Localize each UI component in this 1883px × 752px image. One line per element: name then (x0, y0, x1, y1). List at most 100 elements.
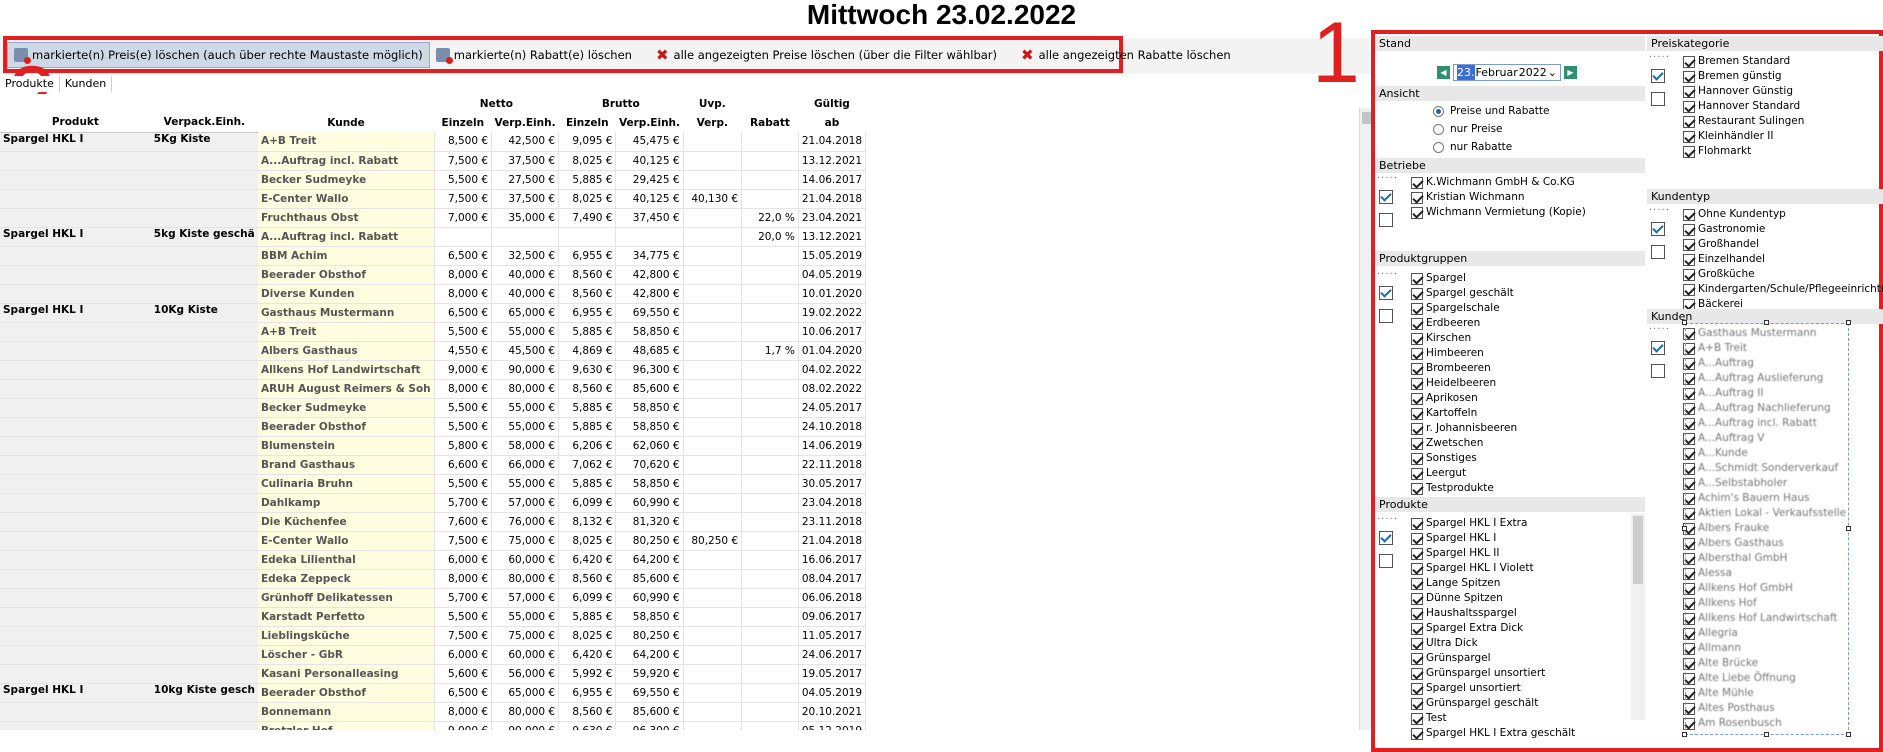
cell-produkt[interactable] (0, 474, 151, 494)
kundentyp-item[interactable]: Ohne Kundentyp (1683, 207, 1786, 222)
delete-all-prices-button[interactable]: ✖ alle angezeigten Preise löschen (über … (650, 42, 1003, 68)
produkt-checkbox[interactable] (1411, 727, 1423, 740)
cell-kunde[interactable]: Blumenstein (257, 436, 435, 456)
cell-kunde[interactable]: Kasani Personalleasing (257, 664, 435, 684)
cell-verpack[interactable] (150, 550, 258, 570)
produkt-checkbox[interactable] (1411, 547, 1423, 560)
cell-rabatt[interactable] (741, 303, 799, 323)
cell-uvp[interactable] (683, 645, 743, 665)
col-brutto-einzeln[interactable]: Einzeln (558, 113, 616, 132)
next-month-button[interactable]: ▶ (1564, 66, 1577, 79)
cell-rabatt[interactable] (741, 322, 799, 342)
produkt-checkbox[interactable] (1411, 652, 1423, 665)
cell-brutto-verp[interactable]: 37,450 € (615, 208, 684, 228)
cell-verpack[interactable] (150, 151, 258, 171)
cell-rabatt[interactable] (741, 512, 799, 532)
select-all-checkbox[interactable] (1651, 341, 1665, 355)
select-all-checkbox[interactable] (1379, 190, 1393, 204)
cell-brutto-verp[interactable]: 69,550 € (615, 683, 684, 703)
cell-netto-einzeln[interactable] (434, 227, 493, 247)
cell-brutto-einzeln[interactable]: 6,955 € (558, 303, 617, 323)
cell-uvp[interactable] (683, 208, 743, 228)
cell-verpack[interactable] (150, 208, 258, 228)
cell-brutto-verp[interactable]: 58,850 € (615, 398, 684, 418)
cell-verpack[interactable] (150, 645, 258, 665)
produktgruppe-checkbox[interactable] (1411, 422, 1423, 435)
delete-marked-prices-button[interactable]: markierte(n) Preis(e) löschen (auch über… (7, 41, 430, 68)
preiskategorie-item[interactable]: Kleinhändler II (1683, 129, 1773, 144)
table-row[interactable]: Die Küchenfee 7,600 €76,000 €8,132 €81,32… (0, 512, 866, 532)
preiskategorie-checkbox[interactable] (1683, 55, 1695, 68)
cell-brutto-verp[interactable]: 64,200 € (615, 645, 684, 665)
table-row[interactable]: ARUH August Reimers & Soh 8,000 €80,000 €… (0, 379, 866, 399)
cell-brutto-einzeln[interactable]: 8,025 € (558, 626, 617, 646)
cell-brutto-einzeln[interactable]: 6,099 € (558, 493, 617, 513)
cell-netto-einzeln[interactable]: 8,000 € (434, 379, 493, 399)
cell-uvp[interactable]: 80,250 € (683, 531, 743, 551)
cell-brutto-verp[interactable]: 34,775 € (615, 246, 684, 266)
cell-netto-einzeln[interactable]: 7,500 € (434, 626, 493, 646)
deselect-all-checkbox[interactable] (1379, 309, 1393, 323)
table-row[interactable]: Edeka Zeppeck 8,000 €80,000 €8,560 €85,60… (0, 569, 866, 589)
cell-gueltig-ab[interactable]: 20.10.2021 (798, 702, 866, 722)
cell-brutto-einzeln[interactable]: 8,560 € (558, 284, 617, 304)
cell-netto-einzeln[interactable]: 5,600 € (434, 664, 493, 684)
produkt-item[interactable]: Spargel HKL II (1411, 546, 1499, 561)
kundentyp-checkbox[interactable] (1683, 223, 1695, 236)
cell-rabatt[interactable] (741, 550, 799, 570)
cell-brutto-verp[interactable]: 96,300 € (615, 721, 684, 730)
produktgruppe-item[interactable]: Erdbeeren (1411, 316, 1480, 331)
cell-kunde[interactable]: BBM Achim (257, 246, 435, 266)
cell-brutto-verp[interactable]: 58,850 € (615, 607, 684, 627)
deselect-all-checkbox[interactable] (1651, 92, 1665, 106)
table-row[interactable]: Edeka Lilienthal 6,000 €60,000 €6,420 €64… (0, 550, 866, 570)
cell-brutto-einzeln[interactable]: 8,025 € (558, 189, 617, 209)
cell-produkt[interactable] (0, 531, 151, 551)
cell-netto-einzeln[interactable]: 5,500 € (434, 417, 493, 437)
cell-verpack[interactable] (150, 702, 258, 722)
cell-netto-einzeln[interactable]: 8,000 € (434, 265, 493, 285)
kundentyp-item[interactable]: Großhandel (1683, 237, 1759, 252)
cell-kunde[interactable]: A...Auftrag incl. Rabatt (257, 151, 435, 171)
col-uvp-verp[interactable]: Verp. (683, 113, 742, 132)
cell-produkt[interactable] (0, 284, 151, 304)
produkt-item[interactable]: Ultra Dick (1411, 636, 1478, 651)
cell-gueltig-ab[interactable]: 04.05.2019 (798, 265, 866, 285)
produkt-checkbox[interactable] (1411, 577, 1423, 590)
cell-produkt[interactable] (0, 189, 151, 209)
cell-gueltig-ab[interactable]: 30.05.2017 (798, 474, 866, 494)
cell-brutto-einzeln[interactable]: 5,885 € (558, 398, 617, 418)
cell-netto-verp[interactable]: 90,000 € (491, 360, 560, 380)
cell-produkt[interactable] (0, 645, 151, 665)
cell-rabatt[interactable] (741, 664, 799, 684)
cell-produkt[interactable] (0, 398, 151, 418)
cell-uvp[interactable] (683, 664, 743, 684)
prev-month-button[interactable]: ◀ (1437, 66, 1450, 79)
cell-uvp[interactable] (683, 398, 743, 418)
cell-kunde[interactable]: Culinaria Bruhn (257, 474, 435, 494)
cell-netto-verp[interactable]: 32,500 € (491, 246, 560, 266)
cell-verpack[interactable] (150, 512, 258, 532)
cell-netto-verp[interactable]: 80,000 € (491, 702, 560, 722)
cell-brutto-verp[interactable]: 80,250 € (615, 531, 684, 551)
cell-rabatt[interactable] (741, 189, 799, 209)
cell-rabatt[interactable] (741, 455, 799, 475)
cell-netto-einzeln[interactable]: 5,500 € (434, 170, 493, 190)
cell-gueltig-ab[interactable]: 16.06.2017 (798, 550, 866, 570)
preiskategorie-checkbox[interactable] (1683, 130, 1695, 143)
cell-netto-einzeln[interactable]: 5,500 € (434, 322, 493, 342)
cell-kunde[interactable]: Fruchthaus Obst (257, 208, 435, 228)
table-row[interactable]: Becker Sudmeyke 5,500 €55,000 €5,885 €58,… (0, 398, 866, 418)
tab-kunden[interactable]: Kunden (60, 76, 113, 92)
col-gueltig-ab[interactable]: ab (798, 113, 866, 132)
cell-netto-einzeln[interactable]: 7,600 € (434, 512, 493, 532)
cell-rabatt[interactable] (741, 417, 799, 437)
cell-netto-einzeln[interactable]: 5,700 € (434, 493, 493, 513)
col-rabatt[interactable]: Rabatt (741, 113, 799, 132)
cell-kunde[interactable]: Die Küchenfee (257, 512, 435, 532)
cell-netto-einzeln[interactable]: 6,600 € (434, 455, 493, 475)
produktgruppe-item[interactable]: Spargelschale (1411, 301, 1500, 316)
cell-netto-einzeln[interactable]: 5,700 € (434, 588, 493, 608)
cell-verpack[interactable] (150, 588, 258, 608)
produkt-checkbox[interactable] (1411, 712, 1423, 725)
